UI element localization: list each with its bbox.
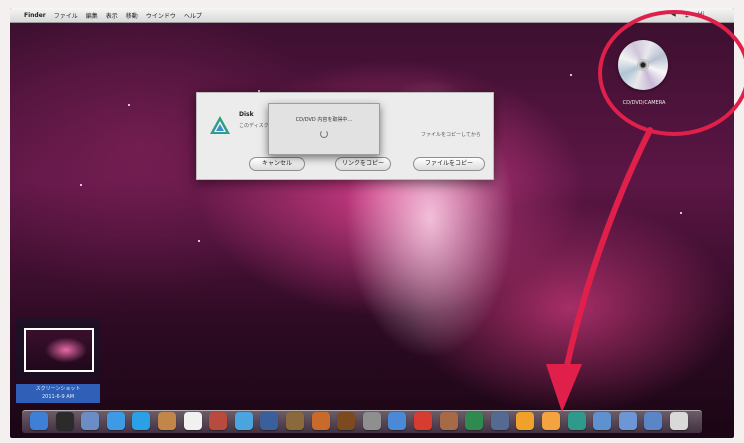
- mail-icon[interactable]: [132, 412, 151, 430]
- copy-file-button[interactable]: ファイルをコピー: [413, 157, 485, 171]
- menu-item-file[interactable]: ファイル: [54, 11, 78, 20]
- dialog-message-right: ファイルをコピーしてから: [421, 132, 481, 138]
- spinner-icon: [320, 130, 328, 138]
- guitar-icon[interactable]: [337, 412, 356, 430]
- appstore-icon[interactable]: [388, 412, 407, 430]
- progress-text: CD/DVD 内容を取得中…: [295, 117, 353, 123]
- star-dot: [198, 240, 200, 242]
- mission-icon[interactable]: [81, 412, 100, 430]
- cancel-button[interactable]: キャンセル: [249, 157, 305, 171]
- thumbnail-label[interactable]: スクリーンショット 2011-6-9 AM: [16, 384, 100, 403]
- safari-icon[interactable]: [106, 412, 125, 430]
- progress-sheet: CD/DVD 内容を取得中…: [268, 103, 380, 155]
- garageband-icon[interactable]: [311, 412, 330, 430]
- itunes-icon[interactable]: [234, 412, 253, 430]
- thumbnail-image: [24, 328, 94, 372]
- menu-bar: Finder ファイル 編集 表示 移動 ウインドウ ヘルプ ◀︎ ⏚ Hi: [10, 8, 734, 23]
- ical-icon[interactable]: [183, 412, 202, 430]
- tool-icon[interactable]: [439, 412, 458, 430]
- dashboard-icon[interactable]: [55, 412, 74, 430]
- system-icon[interactable]: [414, 412, 432, 430]
- star-dot: [80, 184, 82, 186]
- app-triangle-icon: [210, 116, 230, 134]
- star-dot: [680, 212, 682, 214]
- print-icon[interactable]: [490, 412, 509, 430]
- finder-icon[interactable]: [30, 412, 48, 430]
- dialog-title: Disk: [239, 111, 254, 118]
- wrench-icon[interactable]: [362, 412, 381, 430]
- imovie-icon[interactable]: [286, 412, 304, 430]
- menu-item-view[interactable]: 表示: [106, 11, 118, 20]
- annotation-arrow-icon: [546, 127, 653, 412]
- trash-icon[interactable]: [670, 412, 688, 430]
- annotation-highlight-circle: [598, 10, 744, 136]
- photo-icon[interactable]: [260, 412, 279, 430]
- preview-icon[interactable]: [209, 412, 228, 430]
- contacts-icon[interactable]: [158, 412, 176, 430]
- menu-item-help[interactable]: ヘルプ: [184, 11, 202, 20]
- copy-link-button[interactable]: リンクをコピー: [335, 157, 391, 171]
- triangle-icon[interactable]: [516, 412, 535, 430]
- star-dot: [570, 74, 572, 76]
- screenshot-thumbnail[interactable]: [16, 318, 100, 380]
- chart-icon[interactable]: [465, 412, 484, 430]
- menu-item-finder[interactable]: Finder: [24, 12, 46, 19]
- menu-item-go[interactable]: 移動: [126, 11, 138, 20]
- menu-item-window[interactable]: ウインドウ: [146, 11, 176, 20]
- menu-item-edit[interactable]: 編集: [86, 11, 98, 20]
- star-dot: [128, 104, 130, 106]
